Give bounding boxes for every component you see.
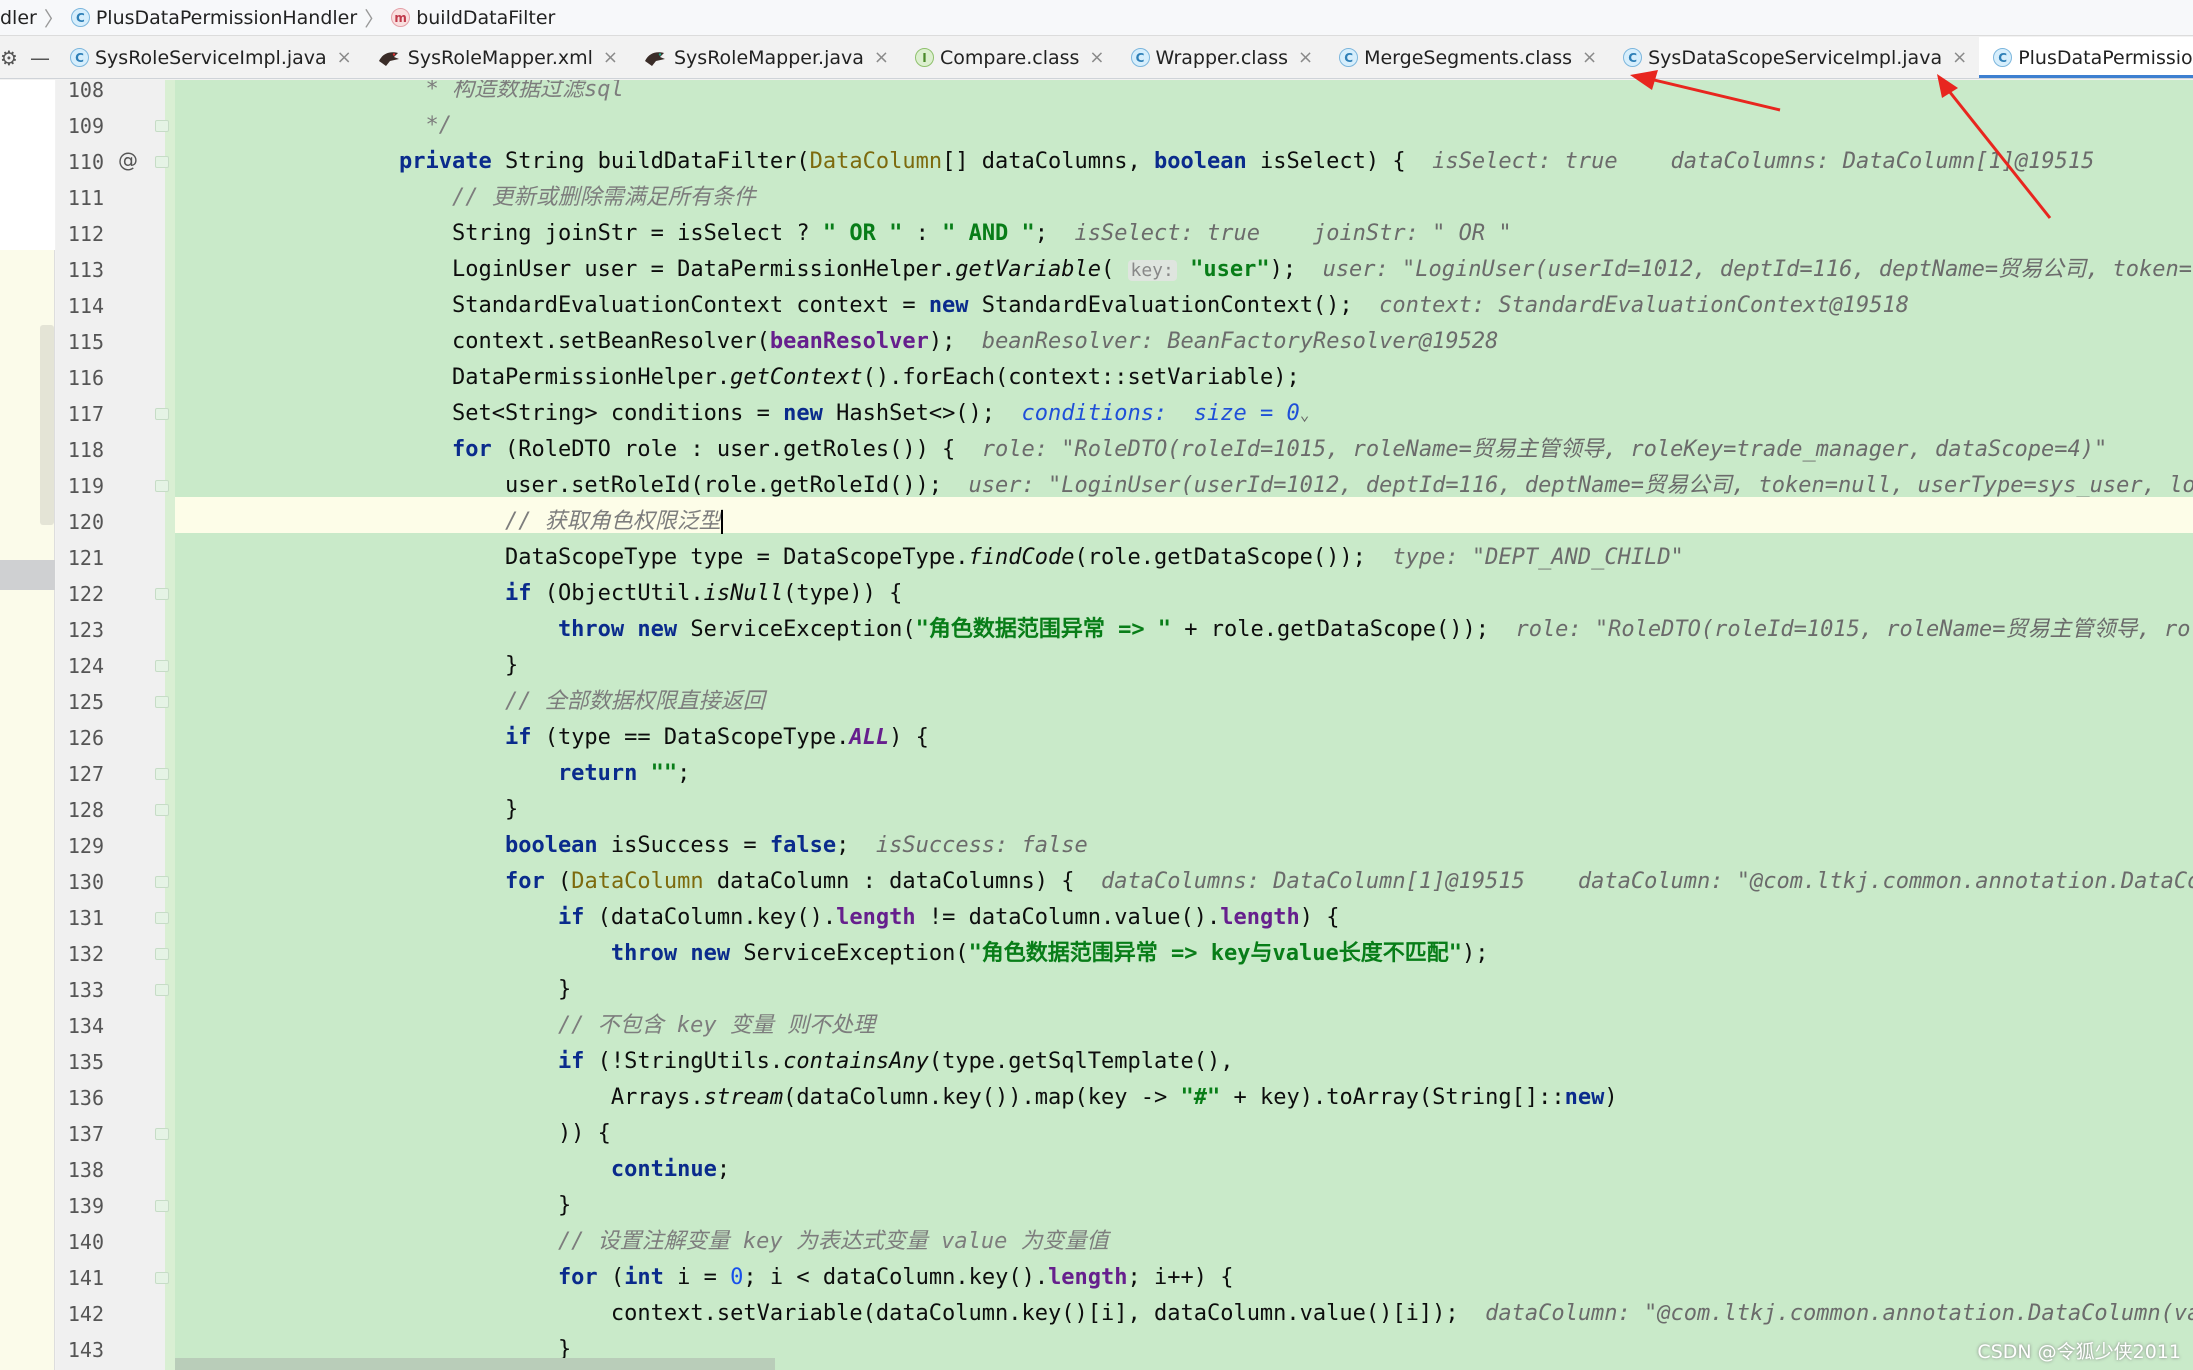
watermark: CSDN @令狐少侠2011 [1977, 1341, 2181, 1363]
arrow-to-sysdatascope-tab [1649, 77, 1781, 112]
arrow-to-plusdatapermission-tab [1943, 85, 2052, 219]
arrow-head [1937, 74, 1958, 98]
annotation-arrows [1630, 70, 2052, 219]
arrow-head [1630, 70, 1658, 90]
